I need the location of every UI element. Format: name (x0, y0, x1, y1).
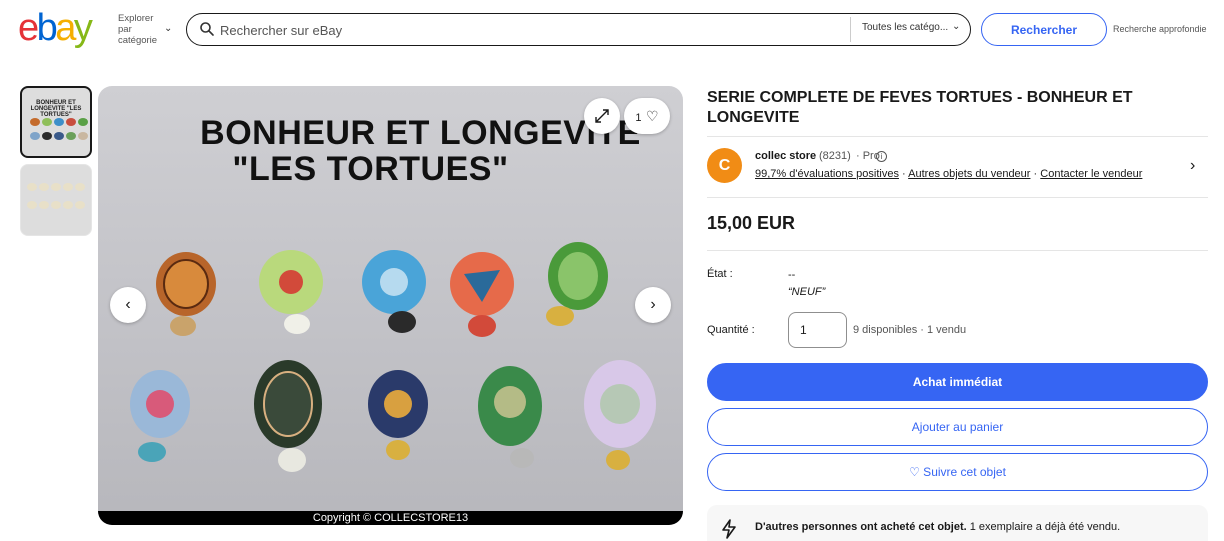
turtle-figurine (584, 360, 656, 470)
thumbnail-title: BONHEUR ET LONGEVITE "LES TORTUES" (30, 100, 82, 118)
item-price: 15,00 EUR (707, 213, 796, 233)
next-image-button[interactable]: › (635, 287, 671, 323)
search-icon (200, 22, 214, 36)
watch-count: 1 (635, 112, 642, 124)
chevron-left-icon: ‹ (125, 296, 131, 313)
notice-rest-text: 1 exemplaire a déjà été vendu. (966, 521, 1121, 533)
divider (707, 250, 1208, 251)
add-to-cart-button[interactable]: Ajouter au panier (707, 408, 1208, 446)
seller-name[interactable]: collec store (755, 150, 816, 162)
notice-text: D'autres personnes ont acheté cet objet.… (755, 521, 1120, 533)
seller-links: 99,7% d'évaluations positives · Autres o… (755, 168, 1142, 180)
divider (707, 197, 1208, 198)
thumbnail-1[interactable]: BONHEUR ET LONGEVITE "LES TORTUES" (20, 86, 92, 158)
category-label-line: catégorie (118, 35, 158, 46)
info-icon[interactable]: i (876, 151, 887, 162)
turtle-figurine (130, 370, 190, 462)
expand-image-button[interactable] (584, 98, 620, 134)
turtle-figurine (156, 252, 216, 336)
availability-text: 9 disponibles · 1 vendu (853, 324, 967, 336)
chevron-right-icon: › (650, 296, 656, 313)
image-copyright: Copyright © COLLECSTORE13 (98, 511, 683, 525)
quantity-label: Quantité : (707, 324, 755, 336)
advanced-search-link[interactable]: Recherche approfondie (1113, 24, 1207, 34)
turtle-figurine (368, 370, 428, 460)
search-bar: Toutes les catégo... ⌄ (186, 13, 971, 46)
chevron-down-icon: ⌄ (164, 23, 173, 34)
seller-avatar[interactable]: C (707, 148, 742, 183)
category-select[interactable]: Toutes les catégo... (862, 22, 948, 33)
search-input[interactable] (220, 20, 820, 40)
thumbnail-2[interactable] (20, 164, 92, 236)
chevron-down-icon: ⌄ (952, 21, 961, 32)
chevron-right-icon[interactable]: › (1190, 157, 1195, 175)
other-items-link[interactable]: Autres objets du vendeur (908, 168, 1030, 180)
positive-feedback-link[interactable]: 99,7% d'évaluations positives (755, 168, 899, 180)
logo-letter: y (73, 7, 93, 49)
divider (707, 136, 1208, 137)
turtle-figurine (546, 242, 608, 326)
notice-bold-text: D'autres personnes ont acheté cet objet. (755, 521, 967, 533)
header: ebay Explorer par catégorie ⌄ Toutes les… (0, 0, 1224, 60)
seller-feedback-count: (8231) (819, 150, 851, 162)
expand-icon (595, 109, 609, 123)
search-button[interactable]: Rechercher (981, 13, 1107, 46)
main-product-image[interactable]: BONHEUR ET LONGEVITE "LES TORTUES" 1 ♡ ‹… (98, 86, 683, 525)
logo-letter: a (55, 7, 76, 49)
turtle-figurine (254, 360, 322, 472)
lightning-icon (722, 519, 736, 539)
previous-image-button[interactable]: ‹ (110, 287, 146, 323)
contact-seller-link[interactable]: Contacter le vendeur (1040, 168, 1142, 180)
condition-note: “NEUF” (788, 286, 826, 298)
shop-by-category-button[interactable]: Explorer par catégorie ⌄ (118, 13, 178, 47)
purchase-notice: D'autres personnes ont acheté cet objet.… (707, 505, 1208, 541)
turtle-figurine (259, 250, 323, 334)
item-title: SERIE COMPLETE DE FEVES TORTUES - BONHEU… (707, 89, 1133, 126)
turtle-figurine (362, 250, 426, 333)
turtle-figurine (478, 366, 542, 468)
buy-now-button[interactable]: Achat immédiat (707, 363, 1208, 401)
logo-letter: e (18, 7, 39, 49)
logo-letter: b (36, 7, 58, 49)
watch-count-button[interactable]: 1 ♡ (624, 98, 670, 134)
condition-label: État : (707, 268, 733, 280)
turtle-figurine (450, 252, 514, 337)
ebay-logo[interactable]: ebay (18, 7, 93, 49)
search-divider (850, 17, 851, 42)
quantity-input[interactable] (788, 312, 847, 348)
condition-value: -- (788, 269, 796, 281)
watch-item-button[interactable]: ♡ Suivre cet objet (707, 453, 1208, 491)
turtle-figurines (130, 242, 656, 472)
heart-icon: ♡ (646, 108, 659, 124)
